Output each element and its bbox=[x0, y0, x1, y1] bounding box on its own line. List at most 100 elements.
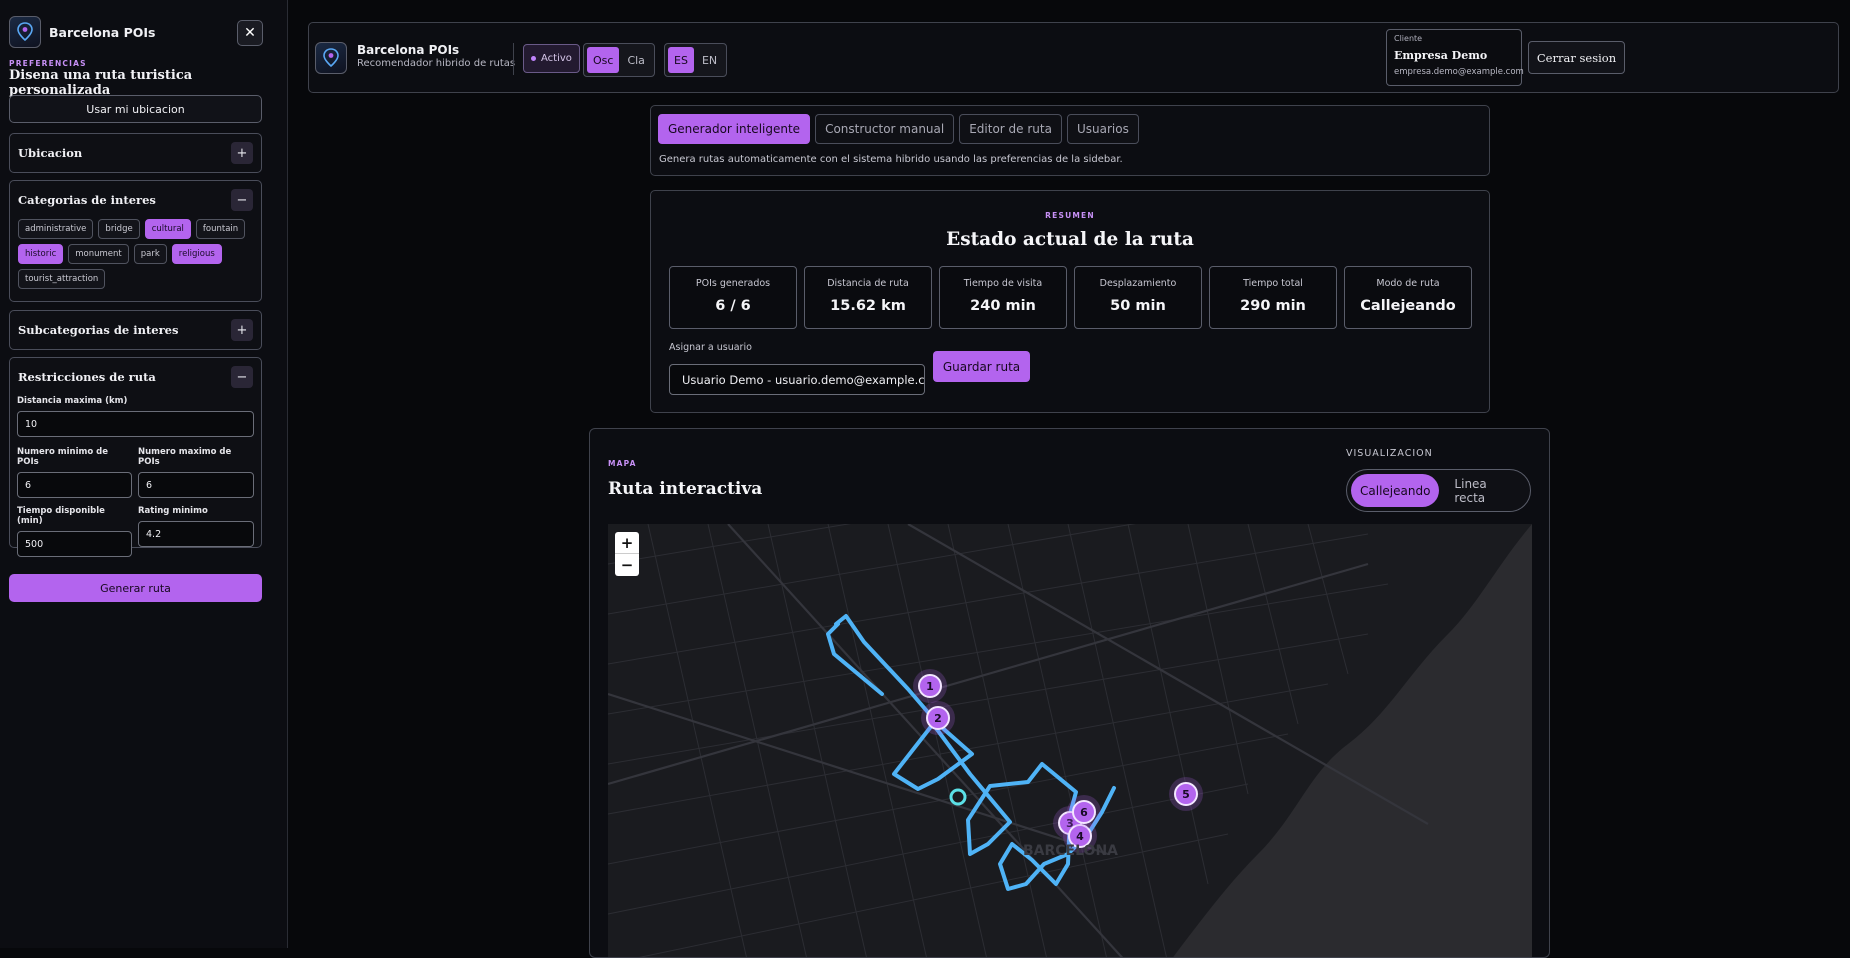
client-kicker: Cliente bbox=[1394, 34, 1423, 43]
subcategories-panel-title: Subcategorias de interes bbox=[18, 323, 179, 337]
theme-switch: Osc Cla bbox=[583, 43, 655, 77]
poi-marker-6[interactable]: 6 bbox=[1067, 795, 1101, 829]
stat-value: 6 / 6 bbox=[715, 298, 751, 314]
stat-travel-time: Desplazamiento 50 min bbox=[1074, 266, 1202, 329]
header-divider bbox=[513, 43, 514, 75]
start-point-icon[interactable] bbox=[949, 788, 967, 806]
categories-panel-title: Categorias de interes bbox=[18, 193, 156, 207]
close-icon: ✕ bbox=[244, 25, 256, 41]
min-rating-input[interactable]: 4.2 bbox=[138, 521, 254, 547]
tab-smart-generator[interactable]: Generador inteligente bbox=[658, 114, 811, 144]
mode-straight-line-button[interactable]: Linea recta bbox=[1445, 474, 1526, 507]
mode-street-button[interactable]: Callejeando bbox=[1351, 474, 1440, 507]
stat-label: POIs generados bbox=[695, 278, 771, 289]
max-pois-label: Numero maximo de POIs bbox=[138, 447, 232, 467]
tab-description: Genera rutas automaticamente con el sist… bbox=[659, 154, 1123, 165]
stat-label: Modo de ruta bbox=[1376, 278, 1440, 289]
stat-value: 15.62 km bbox=[830, 298, 906, 314]
restrictions-panel-title: Restricciones de ruta bbox=[18, 370, 156, 384]
stat-label: Tiempo total bbox=[1243, 278, 1303, 289]
sidebar-brand: Barcelona POIs ✕ bbox=[9, 16, 263, 48]
min-rating-label: Rating minimo bbox=[138, 506, 208, 516]
map-title: Ruta interactiva bbox=[608, 479, 763, 499]
available-time-label: Tiempo disponible (min) bbox=[17, 506, 105, 526]
location-panel-title: Ubicacion bbox=[18, 146, 83, 160]
poi-marker-2[interactable]: 2 bbox=[921, 701, 955, 735]
assign-user-label: Asignar a usuario bbox=[669, 342, 752, 353]
max-distance-input[interactable]: 10 bbox=[17, 411, 254, 437]
category-chip-cultural[interactable]: cultural bbox=[144, 219, 191, 239]
close-sidebar-button[interactable]: ✕ bbox=[237, 20, 263, 46]
category-chip-bridge[interactable]: bridge bbox=[98, 219, 140, 239]
theme-light-button[interactable]: Cla bbox=[621, 47, 650, 73]
summary-stats: POIs generados 6 / 6 Distancia de ruta 15.… bbox=[669, 266, 1472, 329]
map-section: MAPA Ruta interactiva VISUALIZACION Call… bbox=[589, 428, 1550, 958]
stat-label: Desplazamiento bbox=[1099, 278, 1177, 289]
stat-pois: POIs generados 6 / 6 bbox=[669, 266, 797, 329]
poi-marker-1[interactable]: 1 bbox=[913, 669, 947, 703]
svg-text:1: 1 bbox=[926, 680, 934, 693]
collapse-categories-button[interactable]: − bbox=[231, 189, 253, 211]
map-kicker: MAPA bbox=[608, 459, 637, 468]
category-chip-administrative[interactable]: administrative bbox=[18, 219, 94, 239]
generate-route-button[interactable]: Generar ruta bbox=[9, 574, 262, 602]
available-time-input[interactable]: 500 bbox=[17, 531, 132, 557]
summary-kicker: RESUMEN bbox=[1045, 211, 1095, 220]
stat-label: Distancia de ruta bbox=[827, 278, 909, 289]
status-dot-icon bbox=[531, 56, 536, 61]
map-canvas[interactable]: 123456 BARCELONA bbox=[608, 524, 1532, 958]
svg-text:5: 5 bbox=[1182, 788, 1190, 801]
top-header: Barcelona POIs Recomendador hibrido de r… bbox=[308, 22, 1839, 93]
category-chip-tourist_attraction[interactable]: tourist_attraction bbox=[18, 269, 106, 289]
lang-es-button[interactable]: ES bbox=[668, 47, 694, 73]
visualization-label: VISUALIZACION bbox=[1346, 448, 1433, 459]
assign-user-select[interactable]: Usuario Demo - usuario.demo@example.com bbox=[669, 364, 925, 395]
stat-value: 50 min bbox=[1110, 298, 1166, 314]
category-chip-historic[interactable]: historic bbox=[18, 244, 64, 264]
svg-text:2: 2 bbox=[934, 712, 942, 725]
map-pin-logo-icon bbox=[315, 42, 347, 74]
tab-users[interactable]: Usuarios bbox=[1066, 114, 1139, 144]
visualization-toggle: Callejeando Linea recta bbox=[1346, 469, 1531, 512]
tab-route-editor[interactable]: Editor de ruta bbox=[959, 114, 1062, 144]
max-pois-input[interactable]: 6 bbox=[138, 472, 254, 498]
sidebar-brand-name: Barcelona POIs bbox=[49, 24, 156, 40]
zoom-in-button[interactable]: + bbox=[615, 532, 639, 554]
save-route-button[interactable]: Guardar ruta bbox=[933, 351, 1030, 382]
svg-text:6: 6 bbox=[1080, 806, 1088, 819]
category-chip-park[interactable]: park bbox=[133, 244, 167, 264]
stat-route-mode: Modo de ruta Callejeando bbox=[1344, 266, 1472, 329]
use-location-button[interactable]: Usar mi ubicacion bbox=[9, 95, 262, 123]
svg-text:4: 4 bbox=[1076, 830, 1084, 843]
poi-marker-5[interactable]: 5 bbox=[1169, 777, 1203, 811]
interactive-map[interactable]: 123456 BARCELONA + − bbox=[608, 524, 1532, 958]
client-email: empresa.demo@example.com bbox=[1394, 67, 1524, 77]
stat-distance: Distancia de ruta 15.62 km bbox=[804, 266, 932, 329]
lang-en-button[interactable]: EN bbox=[696, 47, 723, 73]
app-name: Barcelona POIs bbox=[357, 43, 460, 57]
city-label: BARCELONA bbox=[1023, 843, 1118, 859]
theme-dark-button[interactable]: Osc bbox=[587, 47, 620, 73]
app-subtitle: Recomendador hibrido de rutas bbox=[357, 58, 516, 69]
category-chip-fountain[interactable]: fountain bbox=[195, 219, 246, 239]
zoom-controls: + − bbox=[615, 532, 639, 576]
status-text: Activo bbox=[541, 53, 572, 64]
collapse-restrictions-button[interactable]: − bbox=[231, 366, 253, 388]
preferences-title: Disena una ruta turistica personalizada bbox=[9, 68, 193, 98]
language-switch: ES EN bbox=[664, 43, 728, 77]
expand-subcategories-button[interactable]: + bbox=[231, 319, 253, 341]
category-chips: administrative bridge cultural fountain hist… bbox=[10, 219, 261, 289]
category-chip-religious[interactable]: religious bbox=[171, 244, 222, 264]
logout-button[interactable]: Cerrar sesion bbox=[1528, 41, 1625, 74]
expand-location-button[interactable]: + bbox=[231, 142, 253, 164]
stat-value: 290 min bbox=[1240, 298, 1306, 314]
route-summary-panel: RESUMEN Estado actual de la ruta POIs ge… bbox=[650, 190, 1490, 413]
map-pin-logo-icon bbox=[9, 16, 41, 48]
zoom-out-button[interactable]: − bbox=[615, 554, 639, 576]
min-pois-input[interactable]: 6 bbox=[17, 472, 132, 498]
max-distance-label: Distancia maxima (km) bbox=[17, 396, 128, 406]
stat-total-time: Tiempo total 290 min bbox=[1209, 266, 1337, 329]
categories-panel: Categorias de interes − administrative br… bbox=[9, 180, 262, 302]
category-chip-monument[interactable]: monument bbox=[68, 244, 129, 264]
tab-manual-builder[interactable]: Constructor manual bbox=[815, 114, 955, 144]
